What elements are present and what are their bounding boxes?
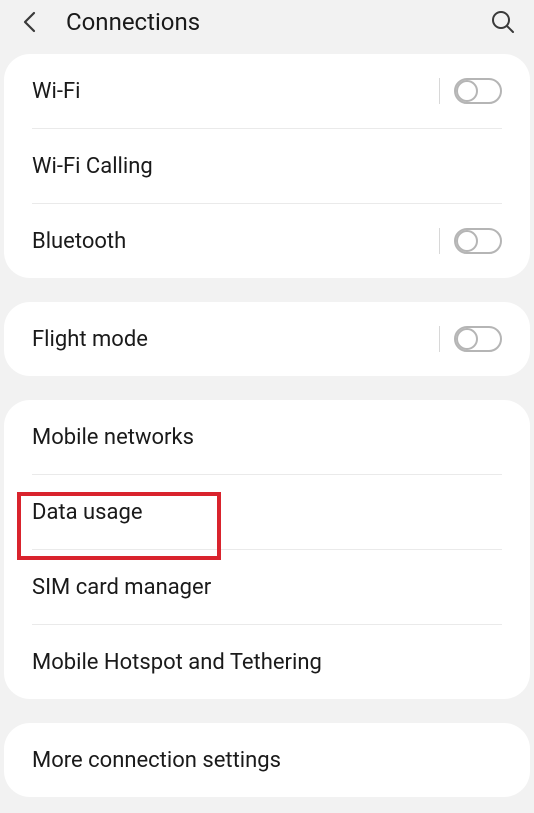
toggle-knob xyxy=(456,328,478,350)
row-label: Data usage xyxy=(32,500,502,525)
row-label: SIM card manager xyxy=(32,575,502,600)
search-button[interactable] xyxy=(490,9,516,35)
row-mobile-hotspot[interactable]: Mobile Hotspot and Tethering xyxy=(4,625,530,699)
row-label: Flight mode xyxy=(32,327,439,352)
toggle-separator xyxy=(439,228,440,254)
row-label: Mobile Hotspot and Tethering xyxy=(32,650,502,675)
page-title: Connections xyxy=(66,8,466,36)
row-label: Bluetooth xyxy=(32,229,439,254)
row-label: Mobile networks xyxy=(32,425,502,450)
row-bluetooth[interactable]: Bluetooth xyxy=(4,204,530,278)
settings-page: Connections Wi-Fi Wi-Fi Calling Bluetoot… xyxy=(0,0,534,797)
row-wifi-calling[interactable]: Wi-Fi Calling xyxy=(4,129,530,203)
flight-mode-toggle[interactable] xyxy=(454,326,502,352)
row-wifi[interactable]: Wi-Fi xyxy=(4,54,530,128)
toggle-knob xyxy=(456,230,478,252)
toggle-knob xyxy=(456,80,478,102)
settings-group: Mobile networks Data usage SIM card mana… xyxy=(4,400,530,699)
settings-group: Wi-Fi Wi-Fi Calling Bluetooth xyxy=(4,54,530,278)
row-label: More connection settings xyxy=(32,748,502,773)
settings-group: Flight mode xyxy=(4,302,530,376)
toggle-wrap xyxy=(439,228,502,254)
row-data-usage[interactable]: Data usage xyxy=(4,475,530,549)
row-flight-mode[interactable]: Flight mode xyxy=(4,302,530,376)
chevron-left-icon xyxy=(21,10,39,34)
toggle-separator xyxy=(439,78,440,104)
row-mobile-networks[interactable]: Mobile networks xyxy=(4,400,530,474)
header: Connections xyxy=(0,0,534,54)
row-label: Wi-Fi xyxy=(32,79,439,104)
toggle-wrap xyxy=(439,326,502,352)
bluetooth-toggle[interactable] xyxy=(454,228,502,254)
settings-group: More connection settings xyxy=(4,723,530,797)
search-icon xyxy=(490,9,516,35)
row-more-connection-settings[interactable]: More connection settings xyxy=(4,723,530,797)
back-button[interactable] xyxy=(18,10,42,34)
wifi-toggle[interactable] xyxy=(454,78,502,104)
toggle-separator xyxy=(439,326,440,352)
row-label: Wi-Fi Calling xyxy=(32,154,502,179)
row-sim-card-manager[interactable]: SIM card manager xyxy=(4,550,530,624)
toggle-wrap xyxy=(439,78,502,104)
